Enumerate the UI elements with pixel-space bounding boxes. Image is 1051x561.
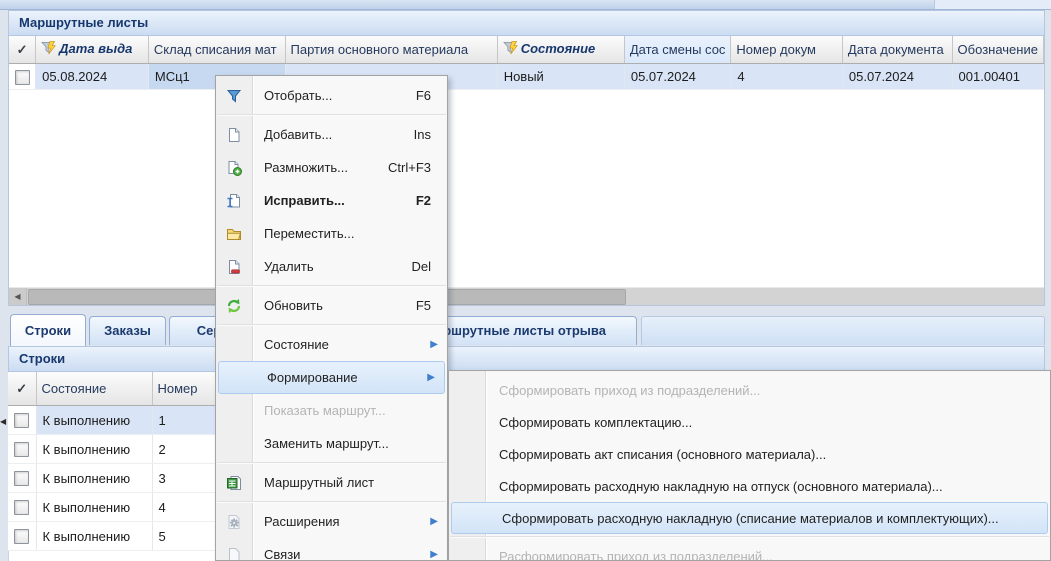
submenu-arrow-icon: ▶ [430,339,438,350]
cell-state[interactable]: Новый [497,64,624,90]
route-sheets-header-row: ✓ Дата выда Склад списания мат Партия ос… [9,36,1044,64]
row-checkbox-cell [8,493,36,522]
tab-lines[interactable]: Строки [10,314,86,346]
cell-line-state[interactable]: К выполнению [36,493,152,522]
cell-line-state[interactable]: К выполнению [36,435,152,464]
submenu-item-form-kitting[interactable]: Сформировать комплектацию... [449,406,1050,438]
new-page-icon [216,127,252,143]
route-sheets-grid: ✓ Дата выда Склад списания мат Партия ос… [9,36,1044,90]
row-checkbox[interactable] [14,500,29,515]
extensions-gear-icon [216,514,252,530]
menu-separator [217,501,446,503]
menu-separator [217,114,446,116]
route-sheets-panel-title: Маршрутные листы [9,11,1044,36]
submenu-item-form-writeoff-invoice[interactable]: Сформировать расходную накладную (списан… [451,502,1048,534]
menu-separator [217,324,446,326]
submenu-arrow-icon: ▶ [430,516,438,527]
submenu-arrow-icon: ▶ [427,372,435,383]
row-checkbox-cell [8,522,36,551]
links-page-icon [216,547,252,561]
route-sheets-panel: Маршрутные листы ✓ Дата выда Склад списа… [8,10,1045,306]
lines-column-header-state[interactable]: Состояние [36,372,152,406]
column-header-designation[interactable]: Обозначение [952,36,1043,64]
menu-separator [217,285,446,287]
route-sheets-grid-empty-area [9,90,1044,287]
menu-item-replace-route[interactable]: Заменить маршрут... [216,427,447,460]
cell-designation[interactable]: 001.00401 [952,64,1043,90]
menu-item-move[interactable]: Переместить... [216,217,447,250]
menu-item-refresh[interactable]: Обновить F5 [216,289,447,322]
window-top-strip-segment [934,0,1051,9]
menu-item-add[interactable]: Добавить... Ins [216,118,447,151]
current-row-indicator-icon: ◀ [0,417,8,426]
menu-separator [217,462,446,464]
edit-page-icon [216,193,252,209]
column-header-issue-date[interactable]: Дата выда [36,36,149,64]
row-checkbox[interactable] [14,529,29,544]
filter-icon [216,88,252,104]
column-header-state[interactable]: Состояние [497,36,624,64]
menu-item-show-route: Показать маршрут... [216,394,447,427]
menu-item-state[interactable]: Состояние ▶ [216,328,447,361]
menu-separator [450,536,1049,538]
row-checkbox-cell [8,464,36,493]
row-checkbox[interactable] [15,70,30,85]
formation-submenu: Сформировать приход из подразделений... … [448,370,1051,561]
menu-item-edit[interactable]: Исправить... F2 [216,184,447,217]
column-header-doc-date[interactable]: Дата документа [842,36,952,64]
menu-item-route-sheet[interactable]: Маршрутный лист [216,466,447,499]
cell-doc-date[interactable]: 05.07.2024 [842,64,952,90]
column-header-warehouse[interactable]: Склад списания мат [148,36,285,64]
window-top-strip [0,0,1051,10]
row-checkbox-cell [8,435,36,464]
select-all-column-header[interactable]: ✓ [9,36,36,64]
cell-state-change-date[interactable]: 05.07.2024 [624,64,731,90]
spreadsheet-icon [216,475,252,491]
submenu-item-form-writeoff-act[interactable]: Сформировать акт списания (основного мат… [449,438,1050,470]
cell-line-state[interactable]: К выполнению [36,406,152,435]
route-sheet-row[interactable]: 05.08.2024 МСц1 Новый 05.07.2024 4 05.07… [9,64,1044,90]
row-checkbox-cell [9,64,36,90]
column-header-doc-number[interactable]: Номер докум [731,36,842,64]
filter-lightning-icon [41,41,56,58]
menu-item-extensions[interactable]: Расширения ▶ [216,505,447,538]
menu-item-delete[interactable]: Удалить Del [216,250,447,283]
row-checkbox[interactable] [14,413,29,428]
scroll-left-arrow-icon[interactable]: ◀ [9,288,27,305]
lines-select-all-header[interactable]: ✓ [8,372,36,406]
delete-page-icon [216,259,252,275]
row-checkbox-cell [8,406,36,435]
row-checkbox[interactable] [14,442,29,457]
submenu-item-form-incoming: Сформировать приход из подразделений... [449,374,1050,406]
app-window: { "colors": { "selection_fill": "#d9e5f6… [0,0,1051,561]
column-header-batch[interactable]: Партия основного материала [285,36,497,64]
refresh-icon [216,298,252,314]
cell-doc-number[interactable]: 4 [731,64,842,90]
submenu-arrow-icon: ▶ [430,549,438,560]
column-header-state-change-date[interactable]: Дата смены сос [624,36,731,64]
horizontal-scrollbar[interactable]: ◀ [9,287,1044,305]
move-folder-icon [216,226,252,242]
cell-issue-date[interactable]: 05.08.2024 [36,64,149,90]
submenu-item-unform-incoming: Расформировать приход из подразделений..… [449,540,1050,561]
tab-strip-filler [641,316,1045,345]
menu-item-formation[interactable]: Формирование ▶ [218,361,445,394]
filter-lightning-icon [503,41,518,58]
submenu-item-form-issue-invoice[interactable]: Сформировать расходную накладную на отпу… [449,470,1050,502]
menu-item-select[interactable]: Отобрать... F6 [216,79,447,112]
copy-page-icon [216,160,252,176]
menu-item-links[interactable]: Связи ▶ [216,538,447,561]
tab-orders[interactable]: Заказы [89,316,166,345]
cell-line-state[interactable]: К выполнению [36,522,152,551]
cell-line-state[interactable]: К выполнению [36,464,152,493]
menu-item-duplicate[interactable]: Размножить... Ctrl+F3 [216,151,447,184]
context-menu: Отобрать... F6 Добавить... Ins Размножит… [215,75,448,561]
row-checkbox[interactable] [14,471,29,486]
lines-panel-title: Строки [8,346,1045,372]
